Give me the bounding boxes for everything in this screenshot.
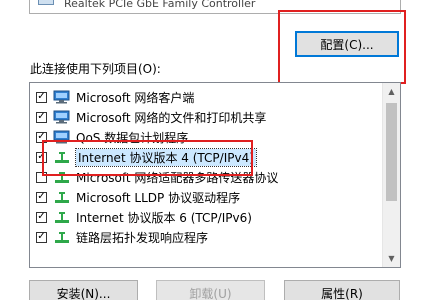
uninstall-button[interactable]: 卸载(U) <box>156 280 265 300</box>
list-item[interactable]: ✓ Microsoft LLDP 协议驱动程序 <box>30 187 382 207</box>
list-item[interactable]: ✓ 链路层拓扑发现响应程序 <box>30 227 382 247</box>
item-checkbox[interactable]: ✓ <box>36 211 47 223</box>
protocol-icon <box>53 190 71 204</box>
list-item-label: Internet 协议版本 6 (TCP/IPv6) <box>76 210 252 225</box>
item-checkbox[interactable]: ✓ <box>36 231 47 243</box>
items-section-label: 此连接使用下列项目(O): <box>30 62 161 76</box>
network-client-icon <box>53 90 71 104</box>
item-checkbox[interactable]: ✓ <box>36 131 47 143</box>
protocol-icon <box>53 210 71 224</box>
list-item[interactable]: ✓ QoS 数据包计划程序 <box>30 127 382 147</box>
network-client-icon <box>53 130 71 144</box>
list-item-label: QoS 数据包计划程序 <box>76 130 189 145</box>
components-list[interactable]: ✓ Microsoft 网络客户端 ✓ Microsoft 网络的文件和打印机共享 ✓ Q… <box>29 82 401 268</box>
network-client-icon <box>53 110 71 124</box>
item-checkbox[interactable]: ✓ <box>36 191 47 203</box>
list-item[interactable]: ✓ Internet 协议版本 6 (TCP/IPv6) <box>30 207 382 227</box>
list-item[interactable]: ✓ Microsoft 网络客户端 <box>30 87 382 107</box>
item-checkbox[interactable] <box>36 171 47 183</box>
network-properties-dialog: Realtek PCIe GbE Family Controller 配置(C)… <box>0 0 424 300</box>
adapter-icon <box>38 0 54 5</box>
list-item-label: 链路层拓扑发现响应程序 <box>76 230 209 245</box>
item-checkbox[interactable]: ✓ <box>36 151 47 163</box>
list-item[interactable]: Microsoft 网络适配器多路传送器协议 <box>30 167 382 187</box>
list-item-label: Microsoft LLDP 协议驱动程序 <box>76 190 241 205</box>
scroll-down-icon[interactable]: ▼ <box>383 250 400 267</box>
list-item[interactable]: ✓ Microsoft 网络的文件和打印机共享 <box>30 107 382 127</box>
list-item[interactable]: ✓ Internet 协议版本 4 (TCP/IPv4) <box>30 147 382 167</box>
item-checkbox[interactable]: ✓ <box>36 111 47 123</box>
list-item-label: Internet 协议版本 4 (TCP/IPv4) <box>75 147 257 167</box>
list-item-label: Microsoft 网络的文件和打印机共享 <box>76 110 267 125</box>
list-item-label: Microsoft 网络客户端 <box>76 90 195 105</box>
configure-button[interactable]: 配置(C)... <box>295 31 399 57</box>
list-item-label: Microsoft 网络适配器多路传送器协议 <box>76 170 279 185</box>
item-checkbox[interactable]: ✓ <box>36 91 47 103</box>
adapter-box: Realtek PCIe GbE Family Controller <box>29 0 401 14</box>
scroll-thumb[interactable] <box>386 103 397 201</box>
protocol-icon <box>53 170 71 184</box>
protocol-icon <box>53 150 71 164</box>
components-list-items: ✓ Microsoft 网络客户端 ✓ Microsoft 网络的文件和打印机共享 ✓ Q… <box>30 87 382 247</box>
protocol-icon <box>53 230 71 244</box>
install-button[interactable]: 安装(N)... <box>29 280 138 300</box>
adapter-name: Realtek PCIe GbE Family Controller <box>64 0 256 10</box>
list-scrollbar[interactable]: ▲ ▼ <box>382 83 400 267</box>
scroll-up-icon[interactable]: ▲ <box>383 83 400 100</box>
properties-button[interactable]: 属性(R) <box>284 280 400 300</box>
